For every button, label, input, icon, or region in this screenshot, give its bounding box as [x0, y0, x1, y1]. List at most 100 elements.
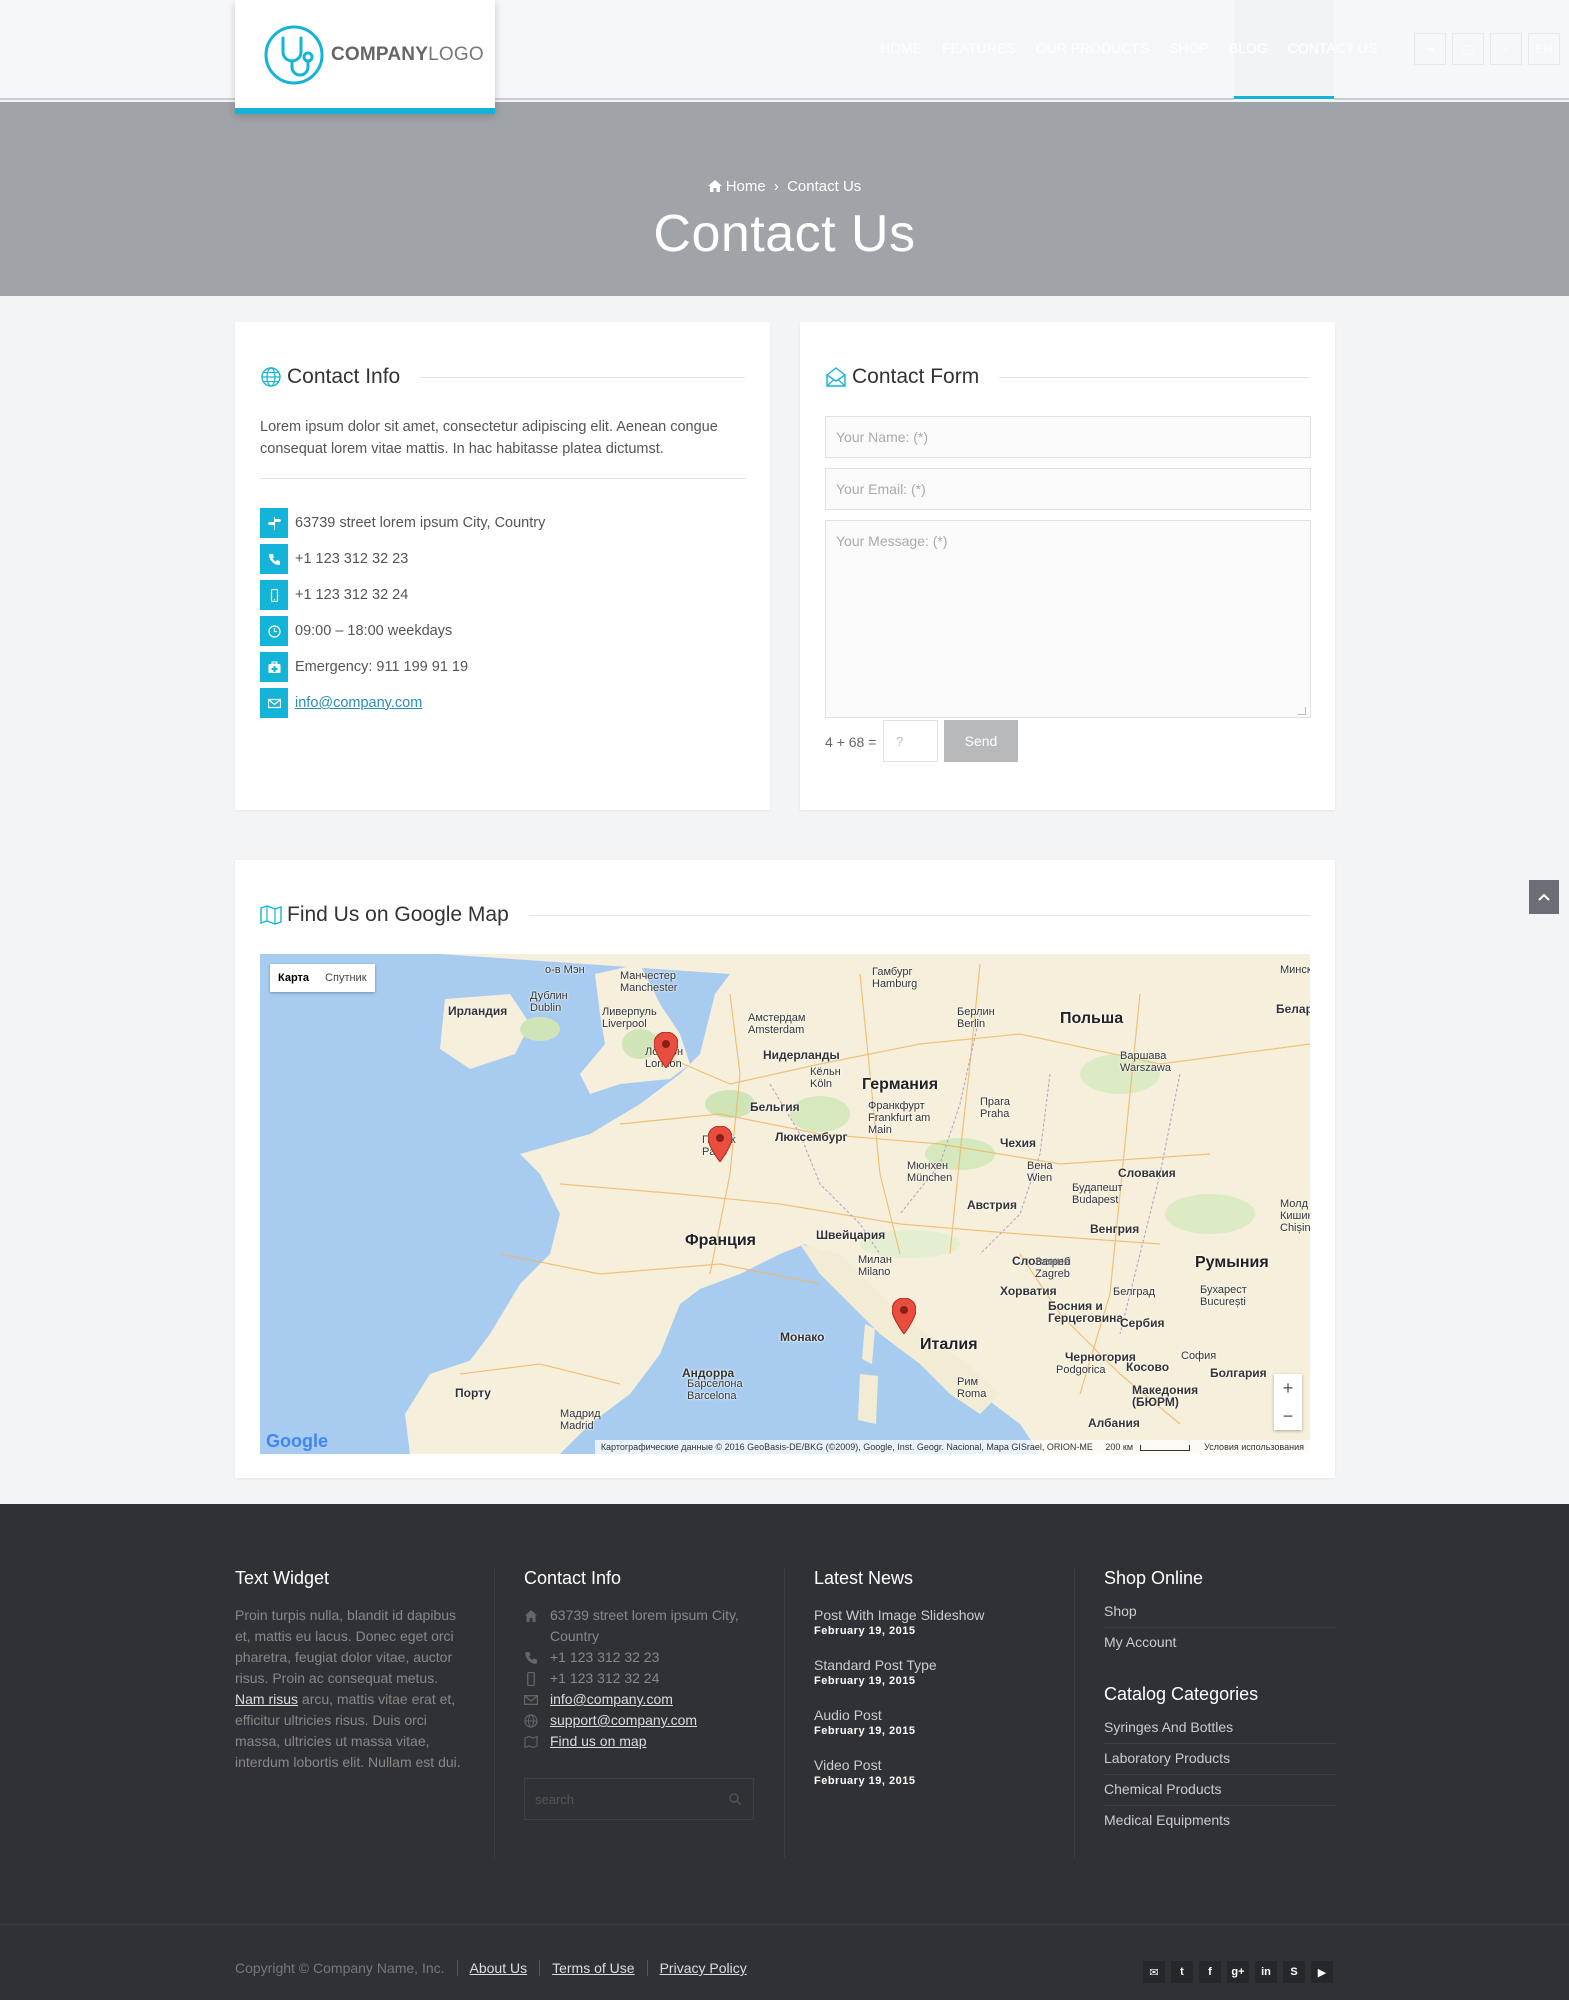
- map-label-belgrade: Белград: [1113, 1286, 1156, 1298]
- footer-email-link[interactable]: info@company.com: [550, 1689, 673, 1710]
- resize-handle[interactable]: [1298, 707, 1306, 715]
- message-textarea[interactable]: Your Message: (*): [825, 520, 1311, 718]
- contact-info-panel: Contact Info Lorem ipsum dolor sit amet,…: [235, 322, 770, 810]
- news-item-title[interactable]: Audio Post: [814, 1705, 1046, 1725]
- search-icon[interactable]: [729, 1793, 741, 1805]
- login-button[interactable]: ⇥: [1414, 33, 1446, 65]
- shop-link[interactable]: Shop: [1104, 1597, 1336, 1628]
- footer-map-link[interactable]: Find us on map: [550, 1731, 647, 1752]
- category-link[interactable]: Medical Equipments: [1104, 1806, 1336, 1836]
- separator: [539, 1960, 541, 1976]
- footer-address: 63739 street lorem ipsum City, Country: [524, 1605, 756, 1647]
- text-widget-body-start: Proin turpis nulla, blandit id dapibus e…: [235, 1607, 457, 1686]
- map-label-moldova: Молд Кишинё Chișin: [1280, 1198, 1310, 1234]
- privacy-policy-link[interactable]: Privacy Policy: [660, 1960, 747, 1976]
- contact-emergency: Emergency: 911 199 91 19: [260, 652, 545, 682]
- map-panel: Find Us on Google Map о-в Мэн Манчестер …: [235, 860, 1335, 1478]
- search-icon: ⌕: [1502, 41, 1510, 56]
- news-item-title[interactable]: Video Post: [814, 1755, 1046, 1775]
- envelope-open-icon: [826, 367, 846, 387]
- nav-features[interactable]: FEATURES: [932, 40, 1026, 56]
- googleplus-icon[interactable]: g+: [1227, 1961, 1249, 1983]
- map-label-frankfurt: Франкфурт Frankfurt am Main: [868, 1100, 931, 1136]
- social-links: ✉ t f g+ in S ▶: [1143, 1961, 1333, 1983]
- map-marker-italy[interactable]: [892, 1298, 916, 1334]
- news-item-date: February 19, 2015: [814, 1725, 916, 1737]
- news-item[interactable]: Video Post February 19, 2015: [814, 1755, 1046, 1787]
- latest-news-title: Latest News: [814, 1568, 914, 1588]
- globe-icon: [261, 367, 281, 387]
- map-label-madrid: Мадрид Madrid: [560, 1408, 601, 1432]
- language-button[interactable]: EN: [1528, 33, 1560, 65]
- category-link[interactable]: Laboratory Products: [1104, 1744, 1336, 1775]
- news-item-title[interactable]: Standard Post Type: [814, 1655, 1046, 1675]
- zoom-out-button[interactable]: −: [1274, 1402, 1302, 1430]
- linkedin-icon[interactable]: in: [1255, 1961, 1277, 1983]
- cart-button[interactable]: ▢: [1452, 33, 1484, 65]
- mail-icon[interactable]: ✉: [1143, 1961, 1165, 1983]
- breadcrumb-current: Contact Us: [787, 178, 862, 195]
- map-label-warsaw: Варшава Warszawa: [1120, 1050, 1171, 1074]
- twitter-icon[interactable]: t: [1171, 1961, 1193, 1983]
- name-input[interactable]: Your Name: (*): [825, 416, 1311, 458]
- map-label-belgium: Бельгия: [750, 1100, 800, 1114]
- contact-email-link[interactable]: info@company.com: [295, 695, 422, 711]
- map-label-dublin: Дублин Dublin: [530, 990, 568, 1014]
- news-item[interactable]: Standard Post Type February 19, 2015: [814, 1655, 1046, 1687]
- clock-icon: [260, 616, 288, 646]
- map-label-belarus: Белар: [1276, 1002, 1310, 1016]
- map-label-budapest: Будапешт Budapest: [1072, 1182, 1123, 1206]
- map-label-cologne: Кёльн Köln: [810, 1066, 841, 1090]
- news-item[interactable]: Audio Post February 19, 2015: [814, 1705, 1046, 1737]
- nav-shop[interactable]: SHOP: [1159, 40, 1219, 56]
- footer-support-link[interactable]: support@company.com: [550, 1710, 697, 1731]
- nav-blog[interactable]: BLOG: [1219, 40, 1278, 56]
- google-map[interactable]: о-в Мэн Манчестер Manchester Ирландия Ду…: [260, 954, 1310, 1454]
- phone-icon: [260, 544, 288, 574]
- contact-hours: 09:00 – 18:00 weekdays: [260, 616, 545, 646]
- map-label-slovakia: Словакия: [1118, 1166, 1176, 1180]
- map-marker-paris[interactable]: [708, 1126, 732, 1162]
- my-account-link[interactable]: My Account: [1104, 1628, 1336, 1658]
- nav-our-products[interactable]: OUR PRODUCTS: [1026, 40, 1160, 56]
- map-terms-link[interactable]: Условия использования: [1204, 1442, 1304, 1452]
- map-icon: [524, 1735, 538, 1749]
- about-us-link[interactable]: About Us: [470, 1960, 528, 1976]
- divider: [260, 478, 746, 479]
- category-link[interactable]: Syringes And Bottles: [1104, 1713, 1336, 1744]
- map-type-satellite-button[interactable]: Спутник: [317, 964, 374, 992]
- heading-divider: [528, 914, 1310, 916]
- google-logo[interactable]: Google: [266, 1431, 328, 1452]
- skype-icon[interactable]: S: [1283, 1961, 1305, 1983]
- scroll-to-top-button[interactable]: [1529, 880, 1559, 914]
- map-scale[interactable]: 200 км: [1105, 1442, 1133, 1452]
- footer-latest-news: Latest News Post With Image Slideshow Fe…: [814, 1568, 1046, 1805]
- footer-address-text: 63739 street lorem ipsum City, Country: [550, 1607, 739, 1644]
- category-link[interactable]: Chemical Products: [1104, 1775, 1336, 1806]
- footer-search-input[interactable]: search: [524, 1778, 754, 1820]
- email-input[interactable]: Your Email: (*): [825, 468, 1311, 510]
- text-widget-link[interactable]: Nam risus: [235, 1691, 298, 1707]
- map-label-isle-of-man: о-в Мэн: [545, 964, 585, 976]
- map-type-map-button[interactable]: Карта: [270, 964, 317, 992]
- captcha-input[interactable]: ?: [883, 720, 938, 762]
- zoom-in-button[interactable]: +: [1274, 1374, 1302, 1402]
- nav-contact-us[interactable]: CONTACT US: [1278, 40, 1388, 56]
- facebook-icon[interactable]: f: [1199, 1961, 1221, 1983]
- news-item-title[interactable]: Post With Image Slideshow: [814, 1605, 1046, 1625]
- map-attribution: Картографические данные © 2016 GeoBasis-…: [594, 1440, 1310, 1454]
- terms-of-use-link[interactable]: Terms of Use: [552, 1960, 634, 1976]
- map-label-austria: Австрия: [967, 1198, 1018, 1212]
- nav-home[interactable]: HOME: [870, 40, 932, 56]
- send-button[interactable]: Send: [944, 720, 1018, 762]
- page-banner: Home › Contact Us Contact Us: [0, 102, 1569, 296]
- name-placeholder: Your Name: (*): [836, 429, 929, 445]
- company-logo[interactable]: COMPANYLOGO: [235, 0, 495, 114]
- home-icon: [525, 1610, 537, 1622]
- contact-mobile-text: +1 123 312 32 24: [295, 587, 409, 603]
- map-marker-london[interactable]: [654, 1032, 678, 1068]
- youtube-icon[interactable]: ▶: [1311, 1961, 1333, 1983]
- breadcrumb-home[interactable]: Home: [726, 178, 766, 195]
- search-button[interactable]: ⌕: [1490, 33, 1522, 65]
- news-item[interactable]: Post With Image Slideshow February 19, 2…: [814, 1605, 1046, 1637]
